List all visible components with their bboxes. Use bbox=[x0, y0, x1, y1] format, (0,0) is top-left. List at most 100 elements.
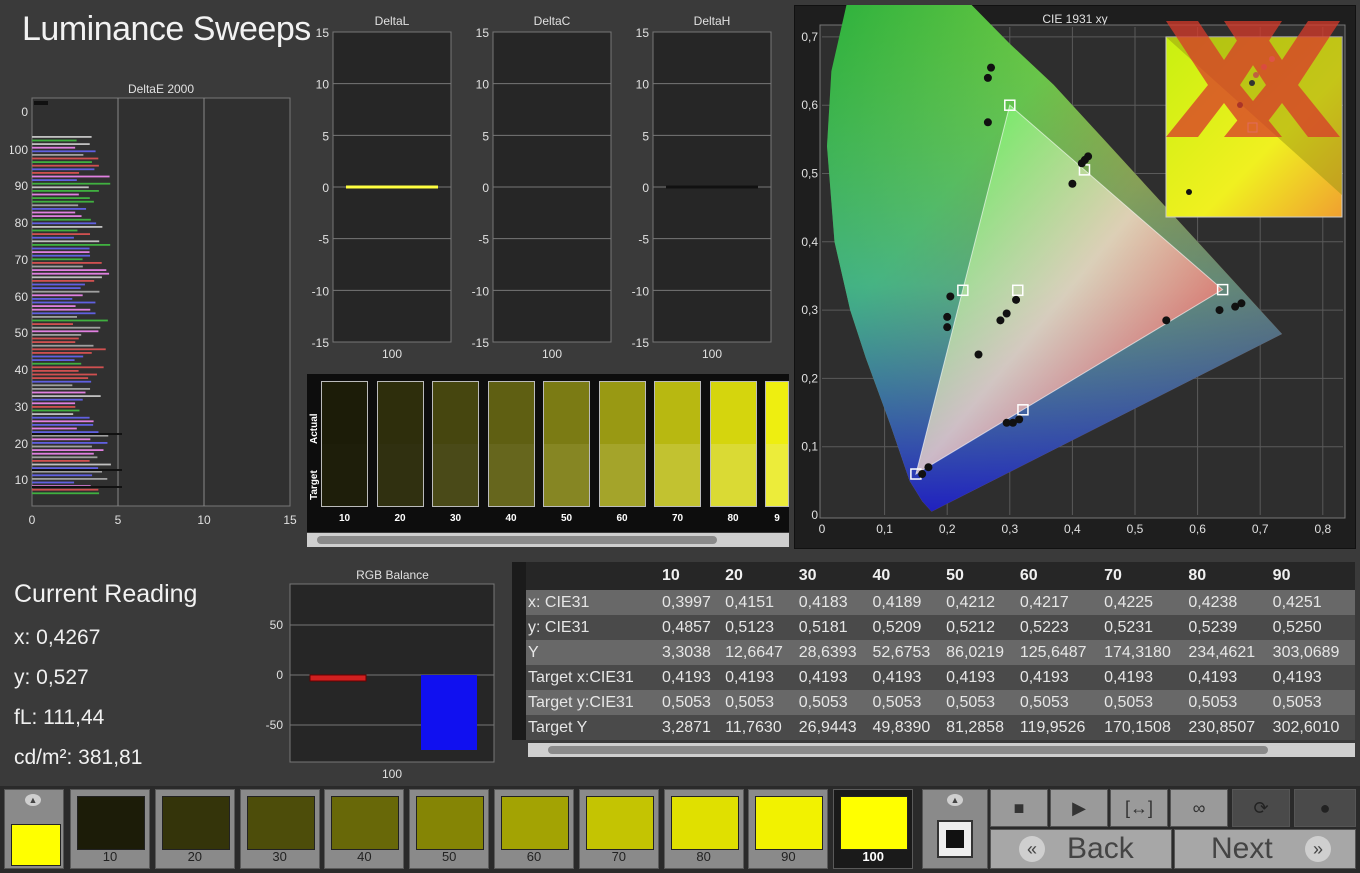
scrollbar-thumb[interactable] bbox=[317, 536, 717, 544]
small-chart-bar bbox=[666, 185, 758, 189]
small-chart-ytick: 15 bbox=[316, 28, 330, 40]
cie-measured-point bbox=[924, 463, 933, 472]
patch-button[interactable]: 40 bbox=[324, 789, 405, 869]
table-cell: 0,4183 bbox=[796, 590, 871, 615]
stop-button[interactable]: ■ bbox=[990, 789, 1048, 827]
table-cell: 3,3038 bbox=[660, 640, 724, 665]
back-button[interactable]: « Back bbox=[990, 829, 1172, 869]
patch-button[interactable]: 80 bbox=[663, 789, 744, 869]
small-chart-ytick: -5 bbox=[638, 233, 649, 247]
deltae-bar bbox=[32, 240, 100, 243]
target-label: Target bbox=[309, 470, 320, 500]
patch-button[interactable]: 100 bbox=[833, 789, 914, 869]
target-swatch bbox=[488, 444, 534, 506]
table-cell: 302,6010 bbox=[1270, 715, 1355, 740]
deltae-bar bbox=[32, 186, 89, 189]
deltae-ytick: 60 bbox=[15, 290, 29, 304]
swatch-label: 50 bbox=[560, 513, 573, 524]
table-row: Target x:CIE31 0,4193 0,4193 0,4193 0,4193 0,… bbox=[512, 665, 1355, 690]
table-cell: 0,5181 bbox=[796, 615, 871, 640]
table-header-cell: 50 bbox=[944, 562, 1018, 590]
table-scrollbar[interactable] bbox=[528, 743, 1355, 757]
swatch-label: 70 bbox=[671, 513, 684, 524]
deltae-bar bbox=[32, 442, 108, 444]
record-button[interactable]: ● bbox=[1294, 789, 1356, 827]
actual-swatch bbox=[710, 382, 756, 444]
deltae-bar bbox=[32, 344, 94, 347]
deltae-bar bbox=[32, 380, 92, 383]
patch-swatch bbox=[246, 796, 315, 850]
cie-measured-point bbox=[974, 350, 983, 359]
target-swatch bbox=[377, 444, 423, 506]
deltae-bar bbox=[32, 456, 98, 459]
deltae-bar bbox=[32, 433, 122, 435]
small-chart-xlabel: 100 bbox=[542, 347, 562, 361]
small-chart-ytick: 0 bbox=[482, 181, 489, 195]
table-cell: 174,3180 bbox=[1102, 640, 1187, 665]
deltae-bar bbox=[32, 352, 92, 354]
deltae-bar bbox=[32, 161, 92, 163]
deltae-bar bbox=[32, 370, 79, 372]
small-chart-2: 15 10 5 0 -5 -10 -15 100 bbox=[632, 28, 772, 361]
table-scrollbar-thumb[interactable] bbox=[548, 746, 1268, 754]
play-button[interactable]: ▶ bbox=[1050, 789, 1108, 827]
cie-xtick: 0,6 bbox=[1189, 522, 1206, 536]
deltae-bar bbox=[32, 409, 80, 412]
table-cell: 0,5250 bbox=[1270, 615, 1355, 640]
deltae-xtick: 0 bbox=[29, 513, 36, 527]
cie-measured-point bbox=[1015, 415, 1024, 424]
small-chart-0: 15 10 5 0 -5 -10 -15 100 bbox=[312, 28, 452, 361]
patch-button[interactable]: 90 bbox=[748, 789, 829, 869]
swatch-comparison-panel: Actual Target 10 20 30 40 50 60 70 80 9 bbox=[307, 374, 789, 532]
deltae-bar bbox=[32, 258, 83, 261]
next-button[interactable]: Next » bbox=[1174, 829, 1356, 869]
patch-label: 10 bbox=[102, 849, 118, 864]
small-chart-ytick: 15 bbox=[636, 28, 650, 40]
small-chart-ytick: -10 bbox=[472, 284, 490, 298]
refresh-button[interactable]: ⟳ bbox=[1232, 789, 1290, 827]
patch-button[interactable]: 10 bbox=[70, 789, 150, 869]
actual-swatch bbox=[766, 382, 788, 444]
table-header-cell: 10 bbox=[660, 562, 724, 590]
patch-button[interactable]: 30 bbox=[239, 789, 320, 869]
cie-xtick: 0,1 bbox=[876, 522, 893, 536]
small-chart-ytick: -15 bbox=[632, 336, 650, 350]
table-header-cell: 30 bbox=[796, 562, 871, 590]
patch-button[interactable]: 70 bbox=[578, 789, 659, 869]
loop-button[interactable]: ∞ bbox=[1170, 789, 1228, 827]
current-patch-button[interactable]: ▲ bbox=[4, 789, 64, 869]
stop-patch-button[interactable]: ▲ bbox=[922, 789, 988, 869]
table-cell: 3,2871 bbox=[660, 715, 724, 740]
patch-button[interactable]: 20 bbox=[154, 789, 235, 869]
fit-button[interactable]: [↔] bbox=[1110, 789, 1168, 827]
cie-measured-point bbox=[983, 118, 992, 127]
patch-button[interactable]: 60 bbox=[494, 789, 574, 869]
deltae-bar bbox=[32, 197, 90, 199]
deltae-bar bbox=[32, 355, 84, 358]
cie-measured-point bbox=[983, 73, 992, 82]
table-cell: 125,6487 bbox=[1017, 640, 1103, 665]
table-row-label: x: CIE31 bbox=[526, 590, 660, 615]
patch-button[interactable]: 50 bbox=[409, 789, 490, 869]
table-cell: 234,4621 bbox=[1186, 640, 1271, 665]
deltae-bar bbox=[32, 341, 76, 343]
deltae-bar bbox=[32, 438, 91, 441]
table-cell: 12,6647 bbox=[723, 640, 797, 665]
small-chart-ytick: -10 bbox=[632, 284, 650, 298]
table-cell: 0,5053 bbox=[660, 690, 724, 715]
table-row-label: Target y:CIE31 bbox=[526, 690, 660, 715]
table-cell: 303,0689 bbox=[1270, 640, 1355, 665]
table-header-cell: 70 bbox=[1102, 562, 1187, 590]
table-cell: 0,4251 bbox=[1270, 590, 1355, 615]
small-chart-ytick: -5 bbox=[318, 233, 329, 247]
swatch-scrollbar[interactable] bbox=[307, 533, 789, 547]
small-chart-ytick: 5 bbox=[482, 129, 489, 143]
swatch-column bbox=[376, 381, 424, 507]
small-chart-title: DeltaL bbox=[374, 14, 410, 28]
small-chart-bar bbox=[346, 185, 438, 189]
deltae-bar bbox=[32, 172, 80, 174]
small-chart-title: DeltaH bbox=[693, 14, 731, 28]
table-cell: 0,4189 bbox=[870, 590, 945, 615]
deltae-bar bbox=[32, 305, 76, 307]
patch-swatch bbox=[501, 796, 569, 850]
